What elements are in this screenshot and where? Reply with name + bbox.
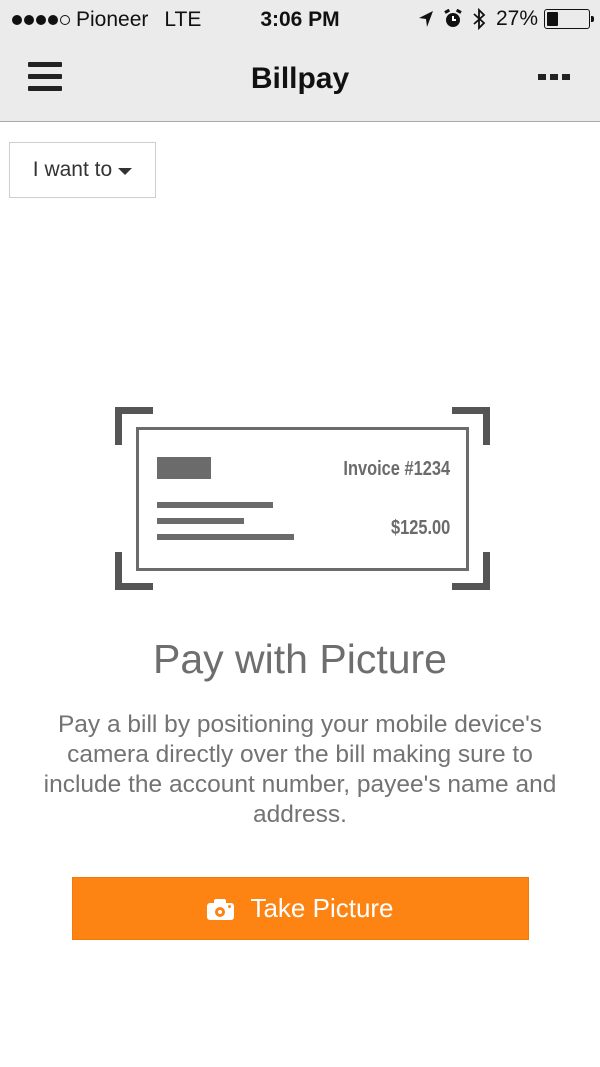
description: Pay a bill by positioning your mobile de… (43, 711, 557, 828)
invoice-number: Invoice #1234 (343, 458, 450, 480)
i-want-to-label: I want to (32, 158, 113, 181)
take-picture-label: Take Picture (250, 893, 394, 923)
caret-down-icon (118, 167, 133, 175)
status-left: Pioneer LTE (12, 8, 201, 32)
more-dots-icon (562, 74, 570, 80)
battery-fill (547, 12, 558, 26)
signal-dot (36, 15, 46, 25)
invoice-text-line (157, 534, 294, 540)
nav-bar: Billpay (0, 40, 600, 122)
invoice-amount: $125.00 (390, 517, 450, 539)
hamburger-icon-line (28, 74, 62, 79)
hamburger-icon-line (28, 62, 62, 67)
invoice-text-line (157, 518, 244, 524)
page-title: Billpay (250, 62, 350, 95)
signal-dot (24, 15, 34, 25)
signal-dot (12, 15, 22, 25)
status-right: 27% (418, 7, 594, 31)
alarm-icon (444, 9, 462, 27)
invoice-logo-block (157, 457, 211, 479)
more-dots-icon (538, 74, 546, 80)
network-type: LTE (164, 8, 202, 31)
i-want-to-dropdown[interactable]: I want to (9, 142, 156, 198)
bluetooth-icon (473, 8, 486, 30)
signal-strength-icon (12, 15, 70, 25)
battery-percent: 27% (495, 7, 538, 30)
battery-nub (591, 16, 594, 22)
status-bar: Pioneer LTE 3:06 PM 27% (0, 0, 600, 40)
invoice-text-line (157, 502, 273, 508)
more-dots-icon (550, 74, 558, 80)
hamburger-icon-line (28, 86, 62, 91)
signal-dot (48, 15, 58, 25)
headline: Pay with Picture (153, 636, 447, 682)
invoice-illustration: Invoice #1234 $125.00 (112, 405, 490, 590)
signal-dot-empty (60, 15, 70, 25)
battery-icon (544, 9, 594, 29)
more-options-button[interactable] (538, 74, 570, 80)
hamburger-menu-button[interactable] (28, 62, 62, 94)
location-arrow-icon (418, 11, 433, 27)
take-picture-button[interactable]: Take Picture (72, 877, 529, 940)
carrier-name: Pioneer (76, 8, 149, 31)
camera-icon (207, 898, 235, 920)
invoice-card: Invoice #1234 $125.00 (136, 427, 469, 571)
